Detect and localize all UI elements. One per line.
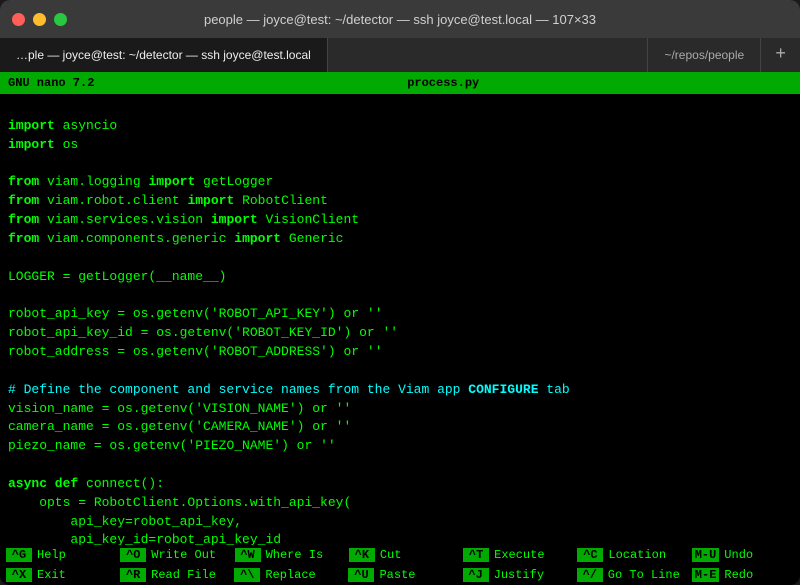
shortcut-label-undo: Undo	[724, 548, 753, 562]
shortcut-label-writeout: Write Out	[151, 548, 216, 562]
code-line: robot_address = os.getenv('ROBOT_ADDRESS…	[8, 343, 792, 362]
code-line: # Define the component and service names…	[8, 381, 792, 400]
shortcut-key-execute: ^T	[463, 548, 489, 562]
shortcut-replace[interactable]: ^\ Replace	[228, 567, 342, 583]
traffic-lights	[12, 13, 67, 26]
code-line: from viam.components.generic import Gene…	[8, 230, 792, 249]
code-line	[8, 155, 792, 174]
shortcut-label-redo: Redo	[724, 568, 753, 582]
close-button[interactable]	[12, 13, 25, 26]
nano-version: GNU nano 7.2	[8, 76, 94, 90]
code-line: from viam.robot.client import RobotClien…	[8, 192, 792, 211]
shortcut-label-readfile: Read File	[151, 568, 216, 582]
shortcut-key-readfile: ^R	[120, 568, 146, 582]
code-line: camera_name = os.getenv('CAMERA_NAME') o…	[8, 418, 792, 437]
shortcut-paste[interactable]: ^U Paste	[342, 567, 456, 583]
shortcut-key-replace: ^\	[234, 568, 260, 582]
tab-spacer	[328, 38, 649, 72]
code-line: import os	[8, 136, 792, 155]
shortcut-key-cut: ^K	[349, 548, 375, 562]
code-line: robot_api_key = os.getenv('ROBOT_API_KEY…	[8, 305, 792, 324]
shortcut-whereis[interactable]: ^W Where Is	[229, 547, 343, 563]
shortcut-label-execute: Execute	[494, 548, 544, 562]
code-line: import asyncio	[8, 117, 792, 136]
nano-filename: process.py	[407, 76, 479, 90]
maximize-button[interactable]	[54, 13, 67, 26]
code-line	[8, 249, 792, 268]
shortcut-exit[interactable]: ^X Exit	[0, 567, 114, 583]
shortcut-key-justify: ^J	[463, 568, 489, 582]
code-editor[interactable]: import asyncio import os from viam.loggi…	[0, 94, 800, 545]
editor-area: GNU nano 7.2 process.py import asyncio i…	[0, 72, 800, 585]
shortcut-key-paste: ^U	[348, 568, 374, 582]
nano-header: GNU nano 7.2 process.py	[0, 72, 800, 94]
shortcut-label-gotoline: Go To Line	[608, 568, 680, 582]
tab-bar: …ple — joyce@test: ~/detector — ssh joyc…	[0, 38, 800, 72]
title-bar: people — joyce@test: ~/detector — ssh jo…	[0, 0, 800, 38]
shortcut-redo[interactable]: M-E Redo	[686, 567, 800, 583]
shortcut-key-exit: ^X	[6, 568, 32, 582]
shortcut-cut[interactable]: ^K Cut	[343, 547, 457, 563]
tab-ssh-label: …ple — joyce@test: ~/detector — ssh joyc…	[16, 48, 311, 62]
shortcut-undo[interactable]: M-U Undo	[686, 547, 800, 563]
shortcut-label-exit: Exit	[37, 568, 66, 582]
shortcut-justify[interactable]: ^J Justify	[457, 567, 571, 583]
new-tab-button[interactable]: +	[761, 38, 800, 72]
shortcut-bar: ^G Help ^O Write Out ^W Where Is ^K Cut …	[0, 545, 800, 585]
shortcut-writeout[interactable]: ^O Write Out	[114, 547, 228, 563]
code-line: async def connect():	[8, 475, 792, 494]
shortcut-label-help: Help	[37, 548, 66, 562]
terminal-window: people — joyce@test: ~/detector — ssh jo…	[0, 0, 800, 585]
code-line: from viam.logging import getLogger	[8, 173, 792, 192]
code-line	[8, 362, 792, 381]
code-line: vision_name = os.getenv('VISION_NAME') o…	[8, 400, 792, 419]
code-line	[8, 286, 792, 305]
shortcut-key-undo: M-U	[692, 548, 720, 562]
window-title: people — joyce@test: ~/detector — ssh jo…	[204, 12, 596, 27]
shortcut-key-help: ^G	[6, 548, 32, 562]
shortcut-key-gotoline: ^/	[577, 568, 603, 582]
shortcut-key-writeout: ^O	[120, 548, 146, 562]
code-line	[8, 456, 792, 475]
shortcut-readfile[interactable]: ^R Read File	[114, 567, 228, 583]
code-line	[8, 98, 792, 117]
shortcut-row-2: ^X Exit ^R Read File ^\ Replace ^U Paste…	[0, 565, 800, 585]
shortcut-row-1: ^G Help ^O Write Out ^W Where Is ^K Cut …	[0, 545, 800, 565]
code-line: api_key_id=robot_api_key_id	[8, 531, 792, 545]
code-line: from viam.services.vision import VisionC…	[8, 211, 792, 230]
tab-ssh[interactable]: …ple — joyce@test: ~/detector — ssh joyc…	[0, 38, 328, 72]
code-line: opts = RobotClient.Options.with_api_key(	[8, 494, 792, 513]
minimize-button[interactable]	[33, 13, 46, 26]
shortcut-label-paste: Paste	[379, 568, 415, 582]
shortcut-label-justify: Justify	[494, 568, 544, 582]
shortcut-help[interactable]: ^G Help	[0, 547, 114, 563]
shortcut-execute[interactable]: ^T Execute	[457, 547, 571, 563]
shortcut-key-whereis: ^W	[235, 548, 261, 562]
shortcut-location[interactable]: ^C Location	[571, 547, 685, 563]
shortcut-label-location: Location	[608, 548, 666, 562]
code-line: piezo_name = os.getenv('PIEZO_NAME') or …	[8, 437, 792, 456]
shortcut-label-whereis: Where Is	[266, 548, 324, 562]
shortcut-key-location: ^C	[577, 548, 603, 562]
shortcut-label-replace: Replace	[265, 568, 315, 582]
code-line: api_key=robot_api_key,	[8, 513, 792, 532]
code-line: LOGGER = getLogger(__name__)	[8, 268, 792, 287]
shortcut-label-cut: Cut	[380, 548, 402, 562]
code-line: robot_api_key_id = os.getenv('ROBOT_KEY_…	[8, 324, 792, 343]
shortcut-gotoline[interactable]: ^/ Go To Line	[571, 567, 686, 583]
tab-repos[interactable]: ~/repos/people	[648, 38, 761, 72]
tab-repos-label: ~/repos/people	[664, 48, 744, 62]
shortcut-key-redo: M-E	[692, 568, 720, 582]
